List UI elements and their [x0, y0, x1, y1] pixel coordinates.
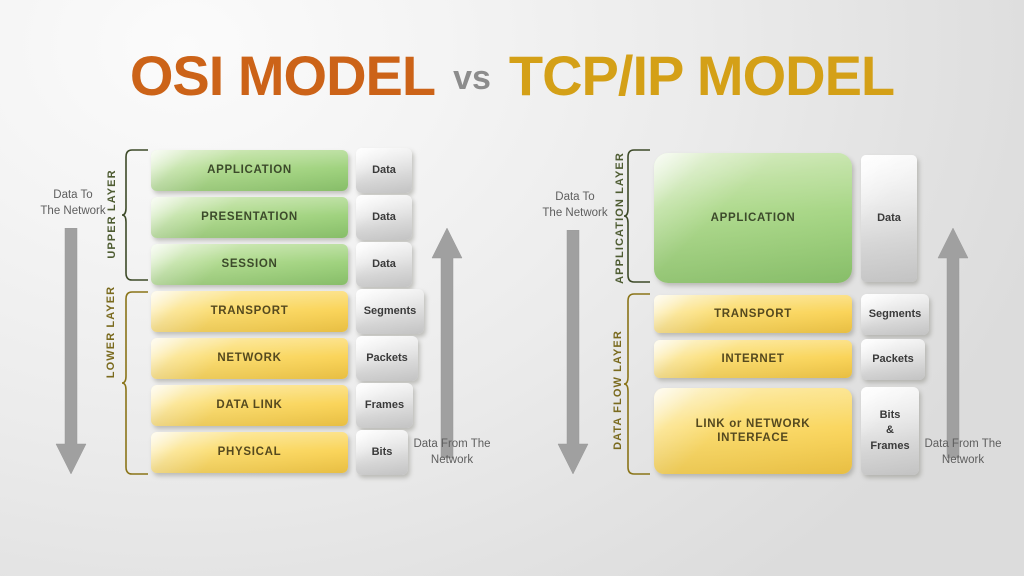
tcpip-unit-transport[interactable]: Segments	[861, 294, 929, 335]
osi-layer-application-label: APPLICATION	[207, 164, 292, 177]
tcpip-group-label-application: APPLICATION LAYER	[614, 152, 626, 284]
osi-layer-presentation[interactable]: PRESENTATION	[151, 197, 348, 238]
osi-lower-layer-brace	[122, 291, 148, 475]
osi-unit-session[interactable]: Data	[356, 242, 412, 287]
osi-layer-session-label: SESSION	[221, 258, 278, 271]
tcpip-layer-transport-label: TRANSPORT	[714, 307, 792, 320]
osi-unit-application-label: Data	[372, 163, 396, 176]
osi-unit-session-label: Data	[372, 257, 396, 270]
osi-layer-network-label: NETWORK	[217, 352, 282, 365]
osi-unit-presentation-label: Data	[372, 210, 396, 223]
tcpip-data-from-network-label: Data From The Network	[924, 438, 1002, 466]
tcpip-layer-internet[interactable]: INTERNET	[654, 340, 852, 378]
title-vs: vs	[453, 59, 491, 97]
osi-layer-data-link-label: DATA LINK	[216, 399, 283, 412]
osi-group-label-upper: UPPER LAYER	[106, 169, 118, 259]
title-osi-model: OSI MODEL	[129, 44, 436, 107]
osi-unit-transport-label: Segments	[363, 304, 417, 317]
osi-unit-network[interactable]: Packets	[356, 336, 418, 381]
osi-down-arrow-icon	[55, 228, 87, 475]
osi-unit-data-link-label: Frames	[364, 398, 405, 411]
osi-unit-network-label: Packets	[366, 351, 408, 364]
title-tcpip-model: TCP/IP MODEL	[508, 44, 895, 107]
osi-layer-transport-label: TRANSPORT	[210, 305, 289, 318]
osi-layer-data-link[interactable]: DATA LINK	[151, 385, 348, 426]
osi-layer-physical-label: PHYSICAL	[217, 446, 282, 459]
tcpip-down-arrow-icon	[557, 230, 589, 475]
osi-data-from-network-label: Data From The Network	[413, 438, 491, 466]
osi-layer-transport[interactable]: TRANSPORT	[151, 291, 348, 332]
tcpip-layer-internet-label: INTERNET	[721, 352, 785, 365]
tcpip-layer-application-label: APPLICATION	[710, 211, 796, 224]
tcpip-unit-internet-label: Packets	[872, 352, 914, 365]
tcpip-layer-transport[interactable]: TRANSPORT	[654, 295, 852, 333]
osi-layer-physical[interactable]: PHYSICAL	[151, 432, 348, 473]
tcpip-unit-application[interactable]: Data	[861, 155, 917, 282]
tcpip-unit-application-label: Data	[877, 211, 901, 224]
tcpip-group-label-dataflow: DATA FLOW LAYER	[612, 330, 624, 450]
osi-unit-physical[interactable]: Bits	[356, 430, 408, 475]
tcpip-up-arrow-icon	[937, 228, 969, 459]
tcpip-data-flow-layer-brace	[624, 293, 650, 475]
tcpip-application-layer-brace	[624, 149, 650, 283]
page-title: OSI MODEL vs TCP/IP MODEL	[0, 48, 1024, 104]
tcpip-unit-internet[interactable]: Packets	[861, 339, 925, 380]
osi-unit-presentation[interactable]: Data	[356, 195, 412, 240]
tcpip-unit-transport-label: Segments	[868, 307, 922, 320]
osi-unit-transport[interactable]: Segments	[356, 289, 424, 334]
osi-layer-session[interactable]: SESSION	[151, 244, 348, 285]
tcpip-layer-link-network-interface-label: LINK or NETWORK INTERFACE	[695, 417, 811, 444]
osi-layer-presentation-label: PRESENTATION	[201, 211, 298, 224]
osi-unit-data-link[interactable]: Frames	[356, 383, 413, 428]
osi-unit-application[interactable]: Data	[356, 148, 412, 193]
tcpip-layer-application[interactable]: APPLICATION	[654, 153, 852, 283]
osi-layer-network[interactable]: NETWORK	[151, 338, 348, 379]
tcpip-unit-link-network-interface[interactable]: Bits & Frames	[861, 387, 919, 475]
diagram-canvas: OSI MODEL vs TCP/IP MODEL Data To The Netw…	[0, 0, 1024, 576]
osi-unit-physical-label: Bits	[371, 445, 393, 458]
tcpip-layer-link-network-interface[interactable]: LINK or NETWORK INTERFACE	[654, 388, 852, 474]
osi-group-label-lower: LOWER LAYER	[105, 285, 117, 379]
osi-layer-application[interactable]: APPLICATION	[151, 150, 348, 191]
osi-upper-layer-brace	[122, 149, 148, 281]
tcpip-unit-link-network-interface-label: Bits & Frames	[870, 408, 910, 452]
osi-up-arrow-icon	[431, 228, 463, 459]
